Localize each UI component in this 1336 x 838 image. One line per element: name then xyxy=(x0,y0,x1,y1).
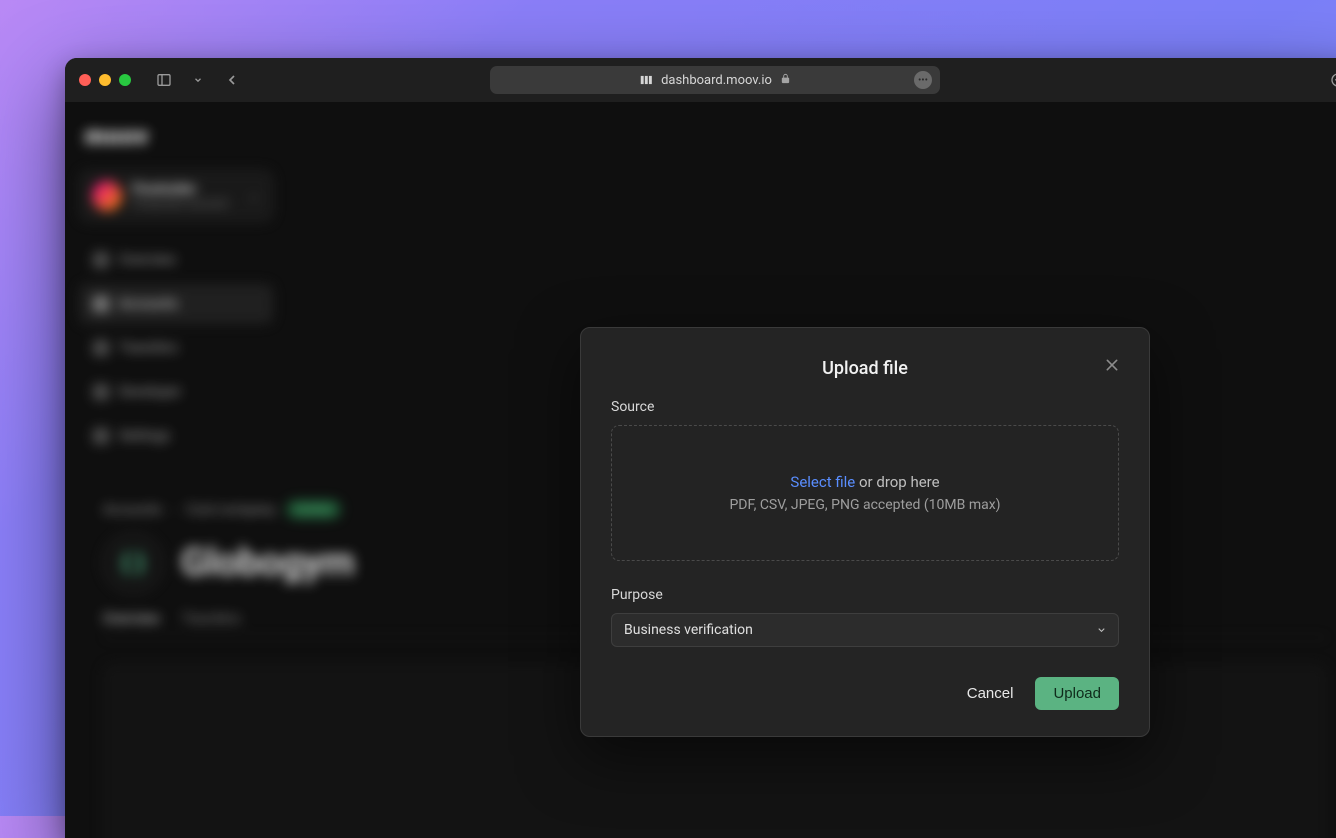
chevron-down-icon[interactable] xyxy=(185,67,211,93)
modal-title: Upload file xyxy=(611,358,1119,379)
close-icon[interactable] xyxy=(1099,352,1125,378)
upload-button[interactable]: Upload xyxy=(1035,677,1119,710)
avatar xyxy=(92,181,122,211)
minimize-window-button[interactable] xyxy=(99,74,111,86)
sidebar-item-settings[interactable]: Settings xyxy=(79,416,273,456)
sidebar-item-overview[interactable]: Overview xyxy=(79,240,273,280)
transfer-icon xyxy=(93,340,109,356)
maximize-window-button[interactable] xyxy=(119,74,131,86)
url-text: dashboard.moov.io xyxy=(661,73,772,88)
app-root: moov Flowholder Production account ⌄ Ove… xyxy=(65,102,1336,838)
page-title: Globogym xyxy=(181,541,355,585)
downloads-icon[interactable] xyxy=(1325,67,1336,93)
sidebar-item-label: Developer xyxy=(119,384,181,400)
sidebar-item-accounts[interactable]: Accounts xyxy=(79,284,273,324)
cancel-button[interactable]: Cancel xyxy=(967,685,1014,702)
source-label: Source xyxy=(611,399,1119,415)
url-bar[interactable]: dashboard.moov.io ••• xyxy=(490,66,940,94)
browser-window: dashboard.moov.io ••• moov Flowh xyxy=(65,58,1336,838)
dropzone-or-text: or drop here xyxy=(859,473,940,491)
account-avatar: { } xyxy=(103,533,163,593)
sidebar: moov Flowholder Production account ⌄ Ove… xyxy=(65,102,287,474)
modal-header: Upload file xyxy=(611,358,1119,379)
reader-icon[interactable]: ••• xyxy=(914,71,932,89)
home-icon xyxy=(93,252,109,268)
tab-transfers[interactable]: Transfers xyxy=(182,611,241,627)
browser-toolbar: dashboard.moov.io ••• xyxy=(65,58,1336,102)
purpose-label: Purpose xyxy=(611,587,1119,603)
select-file-link[interactable]: Select file xyxy=(790,473,855,491)
site-icon xyxy=(639,73,653,87)
back-button[interactable] xyxy=(219,67,245,93)
close-window-button[interactable] xyxy=(79,74,91,86)
file-dropzone[interactable]: Select file or drop here PDF, CSV, JPEG,… xyxy=(611,425,1119,561)
purpose-select-value: Business verification xyxy=(624,622,753,638)
breadcrumb-current: Cool company xyxy=(186,502,275,518)
sidebar-item-label: Transfers xyxy=(119,340,178,356)
brand-logo: moov xyxy=(79,120,273,160)
lock-icon xyxy=(780,73,791,87)
tab-overview[interactable]: Overview xyxy=(103,611,160,627)
chevron-down-icon: ⌄ xyxy=(248,188,260,204)
nav: Overview Accounts Transfers Developer xyxy=(79,240,273,456)
window-controls xyxy=(79,74,131,86)
sidebar-item-transfers[interactable]: Transfers xyxy=(79,328,273,368)
sidebar-item-developer[interactable]: Developer xyxy=(79,372,273,412)
breadcrumb-separator: › xyxy=(172,502,176,518)
modal-actions: Cancel Upload xyxy=(611,677,1119,710)
user-icon xyxy=(93,296,109,312)
account-type: Production account xyxy=(132,197,238,210)
dropzone-filetypes: PDF, CSV, JPEG, PNG accepted (10MB max) xyxy=(729,497,1000,513)
sidebar-item-label: Settings xyxy=(119,428,170,444)
purpose-select[interactable]: Business verification xyxy=(611,613,1119,647)
sidebar-item-label: Accounts xyxy=(119,296,178,312)
upload-file-modal: Upload file Source Select file or drop h… xyxy=(580,327,1150,737)
purpose-select-wrap: Business verification xyxy=(611,613,1119,647)
status-badge: Verified xyxy=(286,500,341,519)
dropzone-instruction: Select file or drop here xyxy=(790,473,939,491)
gear-icon xyxy=(93,428,109,444)
account-name: Flowholder xyxy=(132,182,238,197)
sidebar-item-label: Overview xyxy=(119,252,176,268)
account-switcher[interactable]: Flowholder Production account ⌄ xyxy=(79,170,273,222)
code-icon xyxy=(93,384,109,400)
breadcrumb-root[interactable]: Accounts xyxy=(103,502,162,518)
sidebar-toggle-icon[interactable] xyxy=(151,67,177,93)
